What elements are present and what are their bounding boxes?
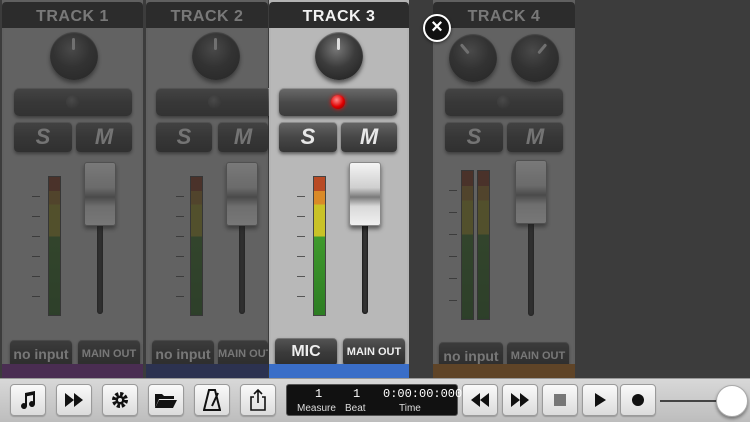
- track-4-header[interactable]: TRACK 4: [433, 2, 575, 28]
- track-4-record-arm-button[interactable]: [445, 88, 563, 116]
- track-3-solo-button[interactable]: S: [279, 122, 337, 152]
- record-button[interactable]: [620, 384, 656, 416]
- track-1-channel: TRACK 1 S M no input MAIN OUT: [2, 0, 143, 378]
- track-4-color-strip: [433, 364, 575, 378]
- track-2-meter-scale: [176, 178, 184, 318]
- record-led-icon: [497, 95, 511, 109]
- track-3-mute-button[interactable]: M: [341, 122, 397, 152]
- track-4-pan-knob-right[interactable]: [511, 34, 559, 82]
- track-4-meter-scale: [449, 172, 457, 322]
- fast-forward-button[interactable]: [502, 384, 538, 416]
- track-2-record-arm-button[interactable]: [156, 88, 274, 116]
- master-volume-slider-thumb[interactable]: [716, 385, 748, 417]
- track-2-color-strip: [146, 364, 268, 378]
- play-icon: [595, 393, 606, 407]
- track-3-header[interactable]: TRACK 3: [269, 2, 409, 28]
- track-2-solo-button[interactable]: S: [156, 122, 212, 152]
- track-1-pan-knob[interactable]: [50, 32, 98, 80]
- track-1-color-strip: [2, 364, 143, 378]
- track-4-mute-button[interactable]: M: [507, 122, 563, 152]
- track-3-level-meter: [313, 176, 326, 316]
- track-4-pan-knob-left[interactable]: [449, 34, 497, 82]
- open-folder-button[interactable]: [148, 384, 184, 416]
- stop-icon: [554, 394, 566, 406]
- track-3-channel: TRACK 3 S M MIC MAIN OUT: [269, 0, 409, 378]
- track-4-volume-fader[interactable]: [515, 160, 547, 224]
- track-4-title: TRACK 4: [467, 8, 541, 25]
- rewind-button[interactable]: [462, 384, 498, 416]
- time-value: 0:00:00:000: [383, 387, 463, 401]
- track-3-title: TRACK 3: [302, 8, 376, 25]
- music-note-button[interactable]: [10, 384, 46, 416]
- track-1-mute-button[interactable]: M: [76, 122, 132, 152]
- mixer-area: TRACK 1 S M no input MAIN OUT TRACK 2 S …: [0, 0, 750, 378]
- gear-icon: [112, 392, 128, 408]
- track-1-volume-fader[interactable]: [84, 162, 116, 226]
- stop-button[interactable]: [542, 384, 578, 416]
- track-2-channel: TRACK 2 S M no input MAIN OUT: [146, 0, 274, 378]
- track-2-pan-knob[interactable]: [192, 32, 240, 80]
- play-button[interactable]: [582, 384, 618, 416]
- track-1-meter-scale: [32, 178, 40, 318]
- time-label: Time: [399, 403, 421, 414]
- record-led-icon: [208, 95, 222, 109]
- measure-label: Measure: [297, 403, 336, 414]
- track-4-solo-button[interactable]: S: [445, 122, 503, 152]
- track-1-level-meter: [48, 176, 61, 316]
- measure-value: 1: [315, 387, 323, 401]
- fast-forward-icon: [65, 393, 83, 407]
- fast-forward-icon: [511, 393, 529, 407]
- folder-icon: [155, 394, 177, 408]
- track-2-title: TRACK 2: [170, 8, 244, 25]
- metronome-icon: [203, 389, 221, 411]
- track-4-level-meter-left: [461, 170, 474, 320]
- loop-forward-button[interactable]: [56, 384, 92, 416]
- record-led-icon: [331, 95, 345, 109]
- track-2-level-meter: [190, 176, 203, 316]
- track-3-volume-fader[interactable]: [349, 162, 381, 226]
- track-1-solo-button[interactable]: S: [14, 122, 72, 152]
- track-4-level-meter-right: [477, 170, 490, 320]
- close-icon[interactable]: ×: [423, 14, 451, 42]
- track-1-record-arm-button[interactable]: [14, 88, 132, 116]
- track-3-meter-scale: [297, 178, 305, 318]
- metronome-button[interactable]: [194, 384, 230, 416]
- record-icon: [632, 394, 644, 406]
- bottom-toolbar: 1 1 0:00:00:000 Measure Beat Time: [0, 378, 750, 422]
- track-3-input-button[interactable]: MIC: [275, 338, 337, 366]
- track-1-title: TRACK 1: [36, 8, 109, 25]
- track-2-mute-button[interactable]: M: [218, 122, 268, 152]
- beat-label: Beat: [345, 403, 366, 414]
- track-4-channel: TRACK 4 S M no input MAIN OUT: [433, 0, 575, 378]
- settings-button[interactable]: [102, 384, 138, 416]
- track-3-color-strip: [269, 364, 409, 378]
- beat-value: 1: [353, 387, 361, 401]
- transport-display: 1 1 0:00:00:000 Measure Beat Time: [286, 384, 462, 416]
- track-3-record-arm-button[interactable]: [279, 88, 397, 116]
- share-button[interactable]: [240, 384, 276, 416]
- track-1-header[interactable]: TRACK 1: [2, 2, 143, 28]
- track-2-header[interactable]: TRACK 2: [146, 2, 268, 28]
- track-3-output-button[interactable]: MAIN OUT: [343, 338, 405, 366]
- music-note-icon: [21, 391, 36, 410]
- track-2-volume-fader[interactable]: [226, 162, 258, 226]
- track-3-pan-knob[interactable]: [315, 32, 363, 80]
- record-led-icon: [66, 95, 80, 109]
- rewind-icon: [471, 393, 489, 407]
- share-icon: [250, 389, 266, 411]
